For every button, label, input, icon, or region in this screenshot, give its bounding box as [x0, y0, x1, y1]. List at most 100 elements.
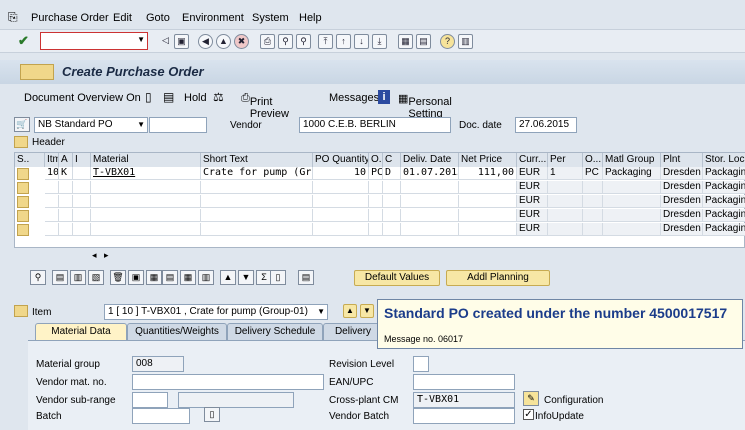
table-cell[interactable]	[45, 181, 59, 194]
chevron-down-icon[interactable]: ▼	[317, 305, 325, 319]
table-cell[interactable]	[201, 223, 313, 236]
table-cell[interactable]	[369, 209, 383, 222]
column-header[interactable]: A	[59, 153, 73, 167]
addl-planning-button[interactable]: Addl Planning	[446, 270, 550, 286]
table-cell[interactable]	[45, 195, 59, 208]
table-cell[interactable]	[91, 209, 201, 222]
table-cell[interactable]	[59, 181, 73, 194]
new-session-icon[interactable]: ▦	[398, 34, 413, 49]
tab-quantities-weights[interactable]: Quantities/Weights	[127, 323, 227, 340]
other-document-icon[interactable]: ▤	[163, 90, 174, 104]
hold-button[interactable]: Hold	[184, 92, 207, 104]
table-cell[interactable]	[91, 223, 201, 236]
menu-goto[interactable]: Goto	[146, 12, 170, 24]
last-page-icon[interactable]: ⤓	[372, 34, 387, 49]
table-cell[interactable]	[313, 195, 369, 208]
vendor-field[interactable]: 1000 C.E.B. BERLIN	[299, 117, 451, 133]
table-cell[interactable]	[383, 223, 401, 236]
column-header[interactable]: Curr...	[517, 153, 548, 167]
print-icon[interactable]: ⎙	[260, 34, 275, 49]
print-preview-button[interactable]: ⎙ Print Preview	[241, 92, 289, 120]
row-selector[interactable]	[17, 224, 29, 236]
vendor-subrange-field[interactable]	[132, 392, 168, 408]
messages-button[interactable]: Messages	[329, 92, 379, 104]
po-number-field[interactable]	[149, 117, 207, 133]
table-cell[interactable]	[369, 195, 383, 208]
chevron-down-icon[interactable]: ▼	[137, 35, 145, 44]
header-section-label[interactable]: Header	[32, 137, 65, 148]
revision-level-field[interactable]	[413, 356, 429, 372]
column-header[interactable]: I	[73, 153, 91, 167]
menu-edit[interactable]: Edit	[113, 12, 132, 24]
layout-icon[interactable]: ▯	[270, 270, 286, 285]
menu-purchase-order[interactable]: Purchase Order	[31, 12, 109, 24]
back-arrow-icon[interactable]: ◁	[158, 34, 173, 49]
table-cell[interactable]	[401, 181, 459, 194]
layout-menu-icon[interactable]: ▥	[458, 34, 473, 49]
window-icon[interactable]: ⎘	[8, 10, 18, 25]
sort-icon[interactable]: ▲	[220, 270, 236, 285]
help-icon[interactable]: ?	[440, 34, 455, 49]
first-page-icon[interactable]: ⤒	[318, 34, 333, 49]
menu-environment[interactable]: Environment	[182, 12, 244, 24]
column-header[interactable]: Per	[548, 153, 583, 167]
details-icon[interactable]: ⚲	[30, 270, 46, 285]
table-cell[interactable]	[313, 181, 369, 194]
scroll-left-icon[interactable]: ◂	[92, 250, 97, 261]
item-collapse-icon[interactable]	[14, 305, 28, 317]
infoupdate-checkbox[interactable]: ✓	[523, 409, 534, 420]
table-cell[interactable]	[401, 223, 459, 236]
table-cell[interactable]	[383, 181, 401, 194]
column-header[interactable]: Itm	[45, 153, 59, 167]
table-cell[interactable]	[401, 195, 459, 208]
personal-setting-button[interactable]: ▦ Personal Setting	[398, 92, 452, 120]
table-cell[interactable]	[59, 195, 73, 208]
back-icon[interactable]: ◀	[198, 34, 213, 49]
column-header[interactable]: O...	[369, 153, 383, 167]
copy-icon[interactable]: ▤	[52, 270, 68, 285]
cart-icon[interactable]: 🛒	[14, 117, 30, 132]
next-page-icon[interactable]: ↓	[354, 34, 369, 49]
column-header[interactable]: O...	[583, 153, 603, 167]
cross-plant-cm-field[interactable]: T-VBX01	[413, 392, 515, 408]
filter-icon[interactable]: ▼	[238, 270, 254, 285]
save-icon[interactable]: ▣	[174, 34, 189, 49]
table-cell[interactable]	[313, 223, 369, 236]
table-cell[interactable]	[91, 195, 201, 208]
table-cell[interactable]	[45, 209, 59, 222]
row-selector[interactable]	[17, 196, 29, 208]
document-icon[interactable]: ▯	[204, 407, 220, 422]
column-header[interactable]: Stor. Location	[703, 153, 745, 167]
unlock-icon[interactable]: ▦	[146, 270, 162, 285]
new-document-icon[interactable]: ▯	[145, 90, 152, 104]
row-selector[interactable]	[17, 182, 29, 194]
paste-icon[interactable]: ▤	[162, 270, 178, 285]
table-cell[interactable]	[369, 181, 383, 194]
table-cell[interactable]: 111,00	[459, 167, 517, 180]
table-cell[interactable]: T-VBX01	[91, 167, 201, 180]
table-cell[interactable]	[73, 181, 91, 194]
lock-icon[interactable]: ▣	[128, 270, 144, 285]
menu-system[interactable]: System	[252, 12, 289, 24]
material-group-field[interactable]: 008	[132, 356, 184, 372]
find-icon[interactable]: ⚲	[278, 34, 293, 49]
menu-help[interactable]: Help	[299, 12, 322, 24]
column-header[interactable]: Net Price	[459, 153, 517, 167]
item-select[interactable]: 1 [ 10 ] T-VBX01 , Crate for pump (Group…	[104, 304, 328, 320]
table-cell[interactable]	[73, 195, 91, 208]
column-header[interactable]: Short Text	[201, 153, 313, 167]
column-header[interactable]: Matl Group	[603, 153, 661, 167]
status-message-popup[interactable]: Standard PO created under the number 450…	[377, 299, 743, 349]
shortcut-icon[interactable]: ▤	[416, 34, 431, 49]
document-overview-button[interactable]: Document Overview On	[24, 92, 141, 104]
doc-type-select[interactable]: NB Standard PO ▼	[34, 117, 148, 133]
table-cell[interactable]	[313, 209, 369, 222]
table-cell[interactable]	[201, 181, 313, 194]
column-header[interactable]: Deliv. Date	[401, 153, 459, 167]
configuration-icon[interactable]: ✎	[523, 391, 539, 406]
ean-upc-field[interactable]	[413, 374, 515, 390]
table-cell[interactable]	[201, 195, 313, 208]
table-cell[interactable]	[91, 181, 201, 194]
info-icon[interactable]: i	[378, 90, 390, 104]
column-header[interactable]: C	[383, 153, 401, 167]
